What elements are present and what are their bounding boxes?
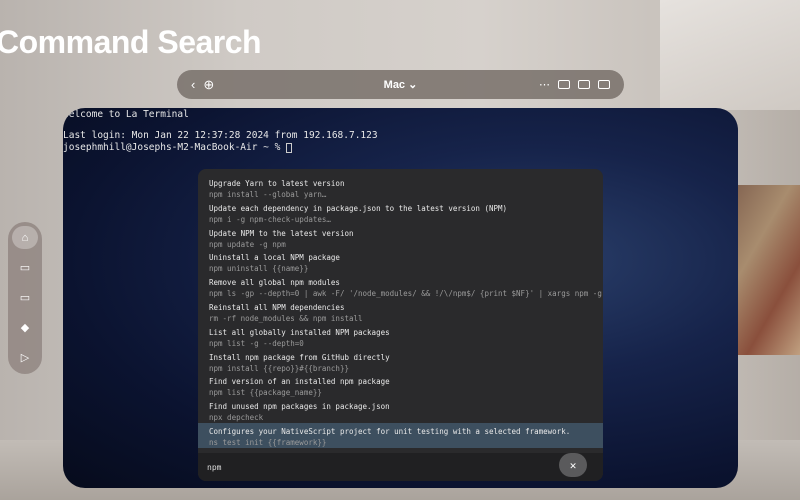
background-ceiling: [660, 0, 800, 110]
terminal-icon: ▭: [19, 262, 31, 274]
dock-learn-button[interactable]: ◆: [12, 316, 38, 339]
search-bar: npm ✕: [198, 453, 603, 481]
ellipsis-icon[interactable]: ⋯: [539, 78, 550, 91]
command-text: rm -rf node_modules && npm install: [209, 313, 363, 323]
command-title: Update NPM to the latest version: [209, 228, 354, 238]
command-item[interactable]: Upgrade Yarn to latest version npm instal…: [198, 175, 603, 200]
terminal-last-login: Last login: Mon Jan 22 12:37:28 2024 fro…: [63, 130, 378, 141]
keyboard-icon[interactable]: [558, 80, 570, 89]
command-item[interactable]: Find version of an installed npm package…: [198, 373, 603, 398]
command-list: Upgrade Yarn to latest version npm instal…: [198, 169, 603, 455]
cursor: [286, 142, 293, 153]
command-text: npm uninstall {{name}}: [209, 264, 309, 274]
command-text: npm install {{repo}}#{{branch}}: [209, 363, 349, 373]
chevron-down-circle-icon: ⌄: [408, 79, 418, 91]
side-dock: ⌂ ▭ ▭ ◆ ▷: [8, 222, 42, 374]
command-item[interactable]: List all globally installed NPM packages…: [198, 324, 603, 349]
command-search-popup: Upgrade Yarn to latest version npm instal…: [198, 169, 603, 481]
command-title: Install npm package from GitHub directly: [209, 352, 390, 362]
close-icon: ✕: [569, 458, 577, 472]
command-title: Remove all global npm modules: [209, 278, 340, 288]
graduation-cap-icon: ◆: [20, 322, 30, 334]
search-input[interactable]: npm: [207, 463, 221, 472]
layout-icon[interactable]: [578, 80, 590, 89]
command-title: Update each dependency in package.json t…: [209, 203, 508, 213]
display-icon: ▭: [19, 292, 31, 304]
page-title: Command Search: [0, 24, 262, 60]
command-text: npx depcheck: [209, 413, 264, 423]
plus-circle-icon[interactable]: ⊕: [203, 77, 214, 93]
command-text: npm list -g --depth=0: [209, 338, 304, 348]
play-circle-icon: ▷: [20, 352, 30, 364]
device-selector[interactable]: Mac ⌄: [384, 79, 418, 91]
command-title: Reinstall all NPM dependencies: [209, 302, 345, 312]
command-text: npm list {{package_name}}: [209, 388, 322, 398]
command-text: ns test init {{framework}}: [209, 437, 327, 447]
command-title: Find unused npm packages in package.json: [209, 402, 390, 412]
chevron-left-icon[interactable]: ‹: [191, 77, 195, 92]
command-item[interactable]: Configures your NativeScript project for…: [198, 422, 603, 448]
window-toolbar: ‹ ⊕ Mac ⌄ ⋯: [177, 70, 624, 99]
command-item[interactable]: Install npm package from GitHub directly…: [198, 349, 603, 374]
home-icon: ⌂: [21, 231, 29, 244]
dock-home-button[interactable]: ⌂: [12, 226, 38, 249]
clear-search-button[interactable]: ✕: [559, 453, 587, 477]
dock-terminal-button[interactable]: ▭: [12, 256, 38, 279]
sidebar-icon[interactable]: [598, 80, 610, 89]
dock-display-button[interactable]: ▭: [12, 286, 38, 309]
command-title: Configures your NativeScript project for…: [209, 426, 571, 436]
device-label: Mac: [383, 79, 406, 91]
command-item[interactable]: Uninstall a local NPM package npm uninsta…: [198, 249, 603, 274]
command-text: npm ls -gp --depth=0 | awk -F/ '/node_mo…: [209, 289, 603, 299]
command-item[interactable]: Reinstall all NPM dependencies rm -rf nod…: [198, 299, 603, 324]
terminal-welcome: Welcome to La Terminal: [63, 109, 189, 120]
command-item[interactable]: Remove all global npm modules npm ls -gp …: [198, 274, 603, 299]
command-title: Upgrade Yarn to latest version: [209, 179, 345, 188]
command-text: npm install --global yarn…: [209, 190, 327, 199]
command-title: Find version of an installed npm package: [209, 377, 390, 387]
dock-play-button[interactable]: ▷: [12, 346, 38, 369]
command-item[interactable]: Update NPM to the latest version npm upda…: [198, 225, 603, 250]
command-item[interactable]: Update each dependency in package.json t…: [198, 200, 603, 225]
command-text: npm update -g npm: [209, 239, 286, 249]
terminal-prompt: josephmhill@Josephs-M2-MacBook-Air ~ %: [63, 142, 287, 153]
command-title: List all globally installed NPM packages: [209, 327, 390, 337]
command-title: Uninstall a local NPM package: [209, 253, 340, 263]
command-text: npm i -g npm-check-updates…: [209, 214, 331, 224]
command-item[interactable]: Find unused npm packages in package.json…: [198, 398, 603, 423]
